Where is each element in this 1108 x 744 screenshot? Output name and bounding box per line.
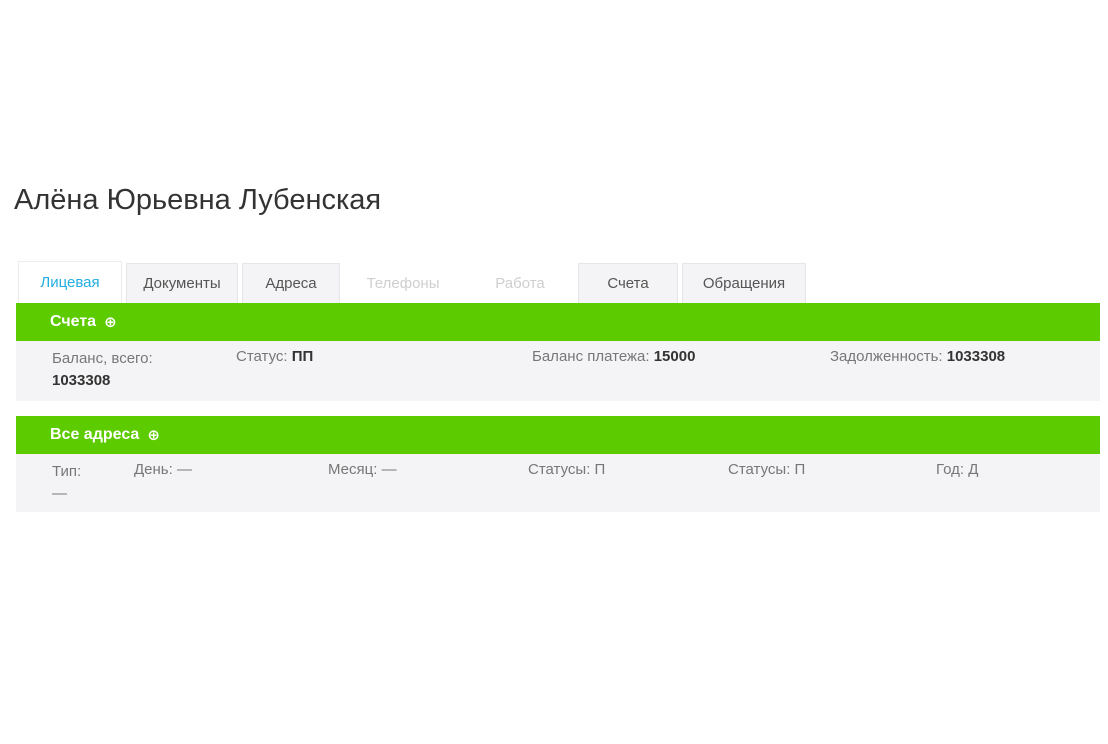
status-1-label: Статусы:: [528, 461, 591, 478]
type-value: —: [52, 485, 67, 502]
addresses-section-title: Все адреса: [50, 426, 140, 443]
status-2-field: Статусы: П: [728, 461, 805, 478]
tab-requests[interactable]: Обращения: [682, 263, 806, 303]
tab-addresses[interactable]: Адреса: [242, 263, 340, 303]
day-value: —: [176, 461, 192, 478]
status-2-value: П: [794, 461, 806, 478]
tab-phones: Телефоны: [366, 275, 440, 292]
tab-work: Работа: [495, 275, 545, 292]
payment-balance-value: 15000: [653, 348, 696, 365]
status-field: Статус: ПП: [236, 348, 313, 365]
tab-documents[interactable]: Документы: [126, 263, 238, 303]
day-label: День:: [134, 461, 173, 478]
status-1-value: П: [594, 461, 606, 478]
plus-circle-icon[interactable]: ⊕: [147, 426, 160, 444]
page-title: Алёна Юрьевна Лубенская: [14, 184, 382, 216]
addresses-section-body: Тип: — День: — Месяц: — Статусы: П Стату…: [16, 454, 1100, 512]
total-balance-value: 1033308: [52, 372, 111, 389]
accounts-section-header[interactable]: Счета ⊕: [16, 303, 1100, 341]
type-label: Тип:: [52, 463, 82, 480]
tab-main[interactable]: Лицевая: [18, 261, 122, 303]
month-label: Месяц:: [328, 461, 378, 478]
addresses-section: Все адреса ⊕ Тип: — День: — Месяц: — Ста…: [16, 416, 1100, 512]
type-field: Тип: —: [52, 461, 81, 505]
page: Алёна Юрьевна Лубенская Лицевая Документ…: [0, 0, 1108, 744]
year-label: Год:: [936, 461, 965, 478]
payment-balance-field: Баланс платежа: 15000: [532, 348, 695, 365]
status-value: ПП: [291, 348, 314, 365]
accounts-section-body: Баланс, всего: 1033308 Статус: ПП Баланс…: [16, 341, 1100, 401]
payment-balance-label: Баланс платежа:: [532, 348, 650, 365]
accounts-section-title: Счета: [50, 313, 97, 330]
accounts-section: Счета ⊕ Баланс, всего: 1033308 Статус: П…: [16, 303, 1100, 401]
debt-value: 1033308: [946, 348, 1006, 365]
status-1-field: Статусы: П: [528, 461, 605, 478]
year-value: Д: [968, 461, 979, 478]
debt-label: Задолженность:: [830, 348, 943, 365]
status-label: Статус:: [236, 348, 288, 365]
year-field: Год: Д: [936, 461, 978, 478]
addresses-section-header[interactable]: Все адреса ⊕: [16, 416, 1100, 454]
total-balance-field: Баланс, всего: 1033308: [52, 348, 153, 392]
day-field: День: —: [134, 461, 192, 478]
debt-field: Задолженность: 1033308: [830, 348, 1005, 365]
month-field: Месяц: —: [328, 461, 397, 478]
tab-bar: Лицевая Документы Адреса Телефоны Работа…: [18, 261, 810, 303]
month-value: —: [381, 461, 397, 478]
plus-circle-icon[interactable]: ⊕: [104, 313, 117, 331]
tab-accounts[interactable]: Счета: [578, 263, 678, 303]
status-2-label: Статусы:: [728, 461, 791, 478]
total-balance-label: Баланс, всего:: [52, 350, 153, 367]
